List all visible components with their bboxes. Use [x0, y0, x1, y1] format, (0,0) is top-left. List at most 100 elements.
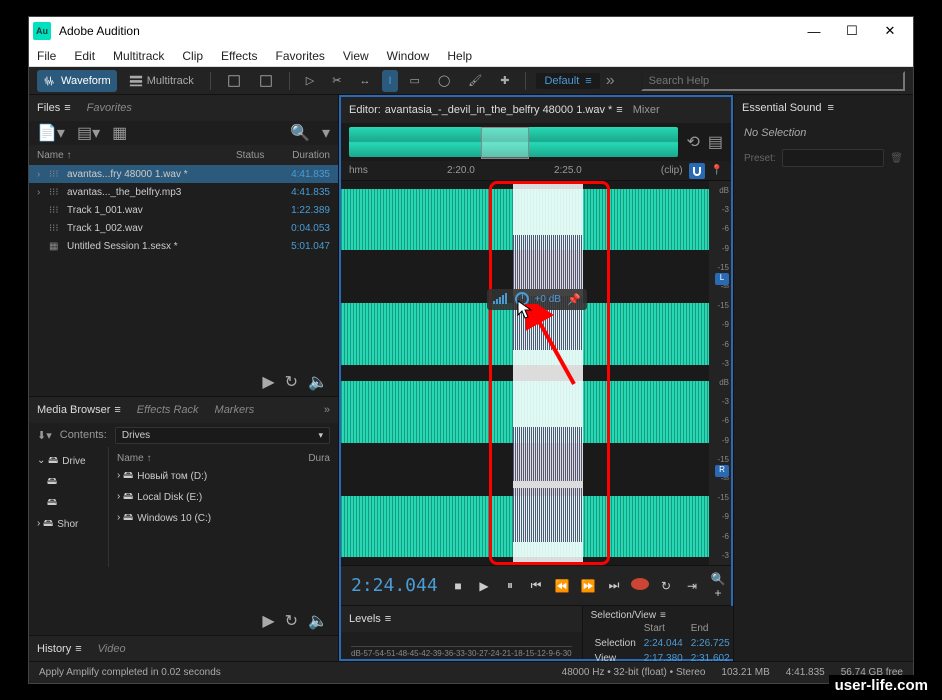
heal-tool-button[interactable]: ✚	[494, 70, 515, 92]
menu-window[interactable]: Window	[383, 47, 434, 65]
drive-item[interactable]: 🖴	[33, 493, 104, 514]
preset-delete-icon[interactable]: 🗑	[890, 153, 903, 164]
folder-item[interactable]: › 🖴 Windows 10 (C:)	[113, 508, 334, 529]
overview-waveform[interactable]	[349, 127, 678, 157]
file-list: ›⁝⁝⁝avantas...fry 48000 1.wav *4:41.835 …	[29, 165, 338, 255]
gain-value: +0 dB	[535, 294, 561, 305]
maximize-button[interactable]: ☐	[833, 17, 871, 45]
menu-icon	[828, 102, 834, 114]
marquee-tool-button[interactable]: ▭	[404, 70, 426, 92]
waveform-label: Waveform	[61, 75, 111, 87]
record-button[interactable]	[631, 578, 649, 593]
pin-icon[interactable]: 📌	[567, 293, 581, 306]
loop-button[interactable]: ↻	[285, 372, 298, 392]
lasso-tool-button[interactable]: ◯	[432, 70, 456, 92]
drive-item[interactable]: 🖴	[33, 472, 104, 493]
tab-favorites[interactable]: Favorites	[87, 102, 132, 114]
preset-dropdown[interactable]	[782, 149, 885, 167]
loop-button[interactable]: ↻	[285, 611, 298, 631]
timecode[interactable]: 2:24.044	[351, 575, 441, 596]
menu-view[interactable]: View	[339, 47, 373, 65]
minimize-button[interactable]: —	[795, 17, 833, 45]
stop-button[interactable]: ■	[449, 579, 467, 593]
file-row[interactable]: ›⁝⁝⁝avantas...fry 48000 1.wav *4:41.835	[29, 165, 338, 183]
waveform-editor[interactable]: +0 dB 📌 dB-3-6-9-15-∞-15-9-6-3 dB-3-6-9-…	[341, 181, 731, 565]
play-button[interactable]: ▶	[262, 611, 274, 631]
razor-tool-button[interactable]: ✂	[326, 70, 347, 92]
view-options-button[interactable]: ▤	[708, 132, 723, 152]
clip-label: (clip)	[661, 165, 683, 176]
go-end-button[interactable]: ⏭	[605, 578, 623, 593]
zoom-button[interactable]: ⟲	[686, 132, 699, 152]
tab-files[interactable]: Files	[37, 102, 71, 114]
tab-editor[interactable]: Editor: avantasia_-_devil_in_the_belfry …	[349, 104, 623, 116]
loop-button[interactable]: ↻	[657, 579, 675, 593]
search-help-input[interactable]	[641, 71, 905, 91]
skip-selection-button[interactable]: ⇥	[683, 579, 701, 593]
tab-markers[interactable]: Markers	[215, 404, 255, 416]
open-file-button[interactable]: 📄▾	[37, 123, 65, 143]
autoplay-button[interactable]: 🔈	[308, 372, 328, 392]
col-duration[interactable]: Duration	[276, 150, 330, 161]
insert-button[interactable]: ▦	[112, 123, 127, 143]
search-files-button[interactable]: 🔍	[290, 123, 310, 143]
move-tool-button[interactable]: ▷	[300, 70, 320, 92]
timeline[interactable]: hms 2:20.0 2:25.0 (clip) 📍	[341, 161, 731, 181]
folder-item[interactable]: › 🖴 Local Disk (E:)	[113, 487, 334, 508]
marker-button[interactable]: 📍	[711, 165, 723, 176]
menu-favorites[interactable]: Favorites	[272, 47, 329, 65]
rewind-button[interactable]: ⏪	[553, 579, 571, 593]
file-row[interactable]: ⁝⁝⁝Track 1_002.wav0:04.053	[29, 219, 338, 237]
contents-dropdown[interactable]: Drives▾	[115, 427, 330, 444]
menu-icon	[64, 102, 70, 114]
status-time: 4:41.835	[786, 667, 825, 678]
tab-history[interactable]: History	[37, 643, 82, 655]
tab-mixer[interactable]: Mixer	[633, 104, 660, 116]
workspace-dropdown[interactable]: Default ≡	[536, 73, 599, 89]
file-row[interactable]: ⁝⁝⁝Track 1_001.wav1:22.389	[29, 201, 338, 219]
play-button[interactable]: ▶	[475, 579, 493, 593]
menu-clip[interactable]: Clip	[178, 47, 207, 65]
menu-edit[interactable]: Edit	[70, 47, 99, 65]
new-file-button[interactable]: ▤▾	[77, 123, 100, 143]
slip-tool-button[interactable]: ↔	[353, 70, 376, 92]
download-icon[interactable]: ⬇▾	[37, 429, 52, 442]
selection-region[interactable]	[513, 181, 583, 565]
workspace-label: Default	[544, 75, 579, 87]
spectral-freq-button[interactable]	[221, 70, 247, 92]
waveform-view-button[interactable]: Waveform	[37, 70, 117, 92]
menu-multitrack[interactable]: Multitrack	[109, 47, 168, 65]
snap-button[interactable]	[689, 163, 705, 179]
tab-levels[interactable]: Levels	[349, 613, 391, 625]
autoplay-button[interactable]: 🔈	[308, 611, 328, 631]
play-button[interactable]: ▶	[262, 372, 274, 392]
gain-hud[interactable]: +0 dB 📌	[487, 289, 587, 310]
brush-tool-button[interactable]: 🖌	[462, 70, 488, 92]
spectral-pitch-button[interactable]	[253, 70, 279, 92]
menu-help[interactable]: Help	[443, 47, 476, 65]
filter-button[interactable]: ▾	[322, 123, 330, 143]
drive-item[interactable]: › 🖴 Shor	[33, 514, 104, 535]
tab-media-browser[interactable]: Media Browser	[37, 404, 121, 416]
overflow-button[interactable]	[324, 404, 330, 416]
folder-item[interactable]: › 🖴 Новый том (D:)	[113, 466, 334, 487]
menu-file[interactable]: File	[33, 47, 60, 65]
forward-button[interactable]: ⏩	[579, 579, 597, 593]
col-name[interactable]: Name ↑	[37, 150, 236, 161]
go-start-button[interactable]: ⏮	[527, 578, 545, 593]
overflow-button[interactable]	[606, 72, 615, 90]
zoom-in-button[interactable]: 🔍+	[709, 572, 727, 600]
tab-video[interactable]: Video	[98, 643, 126, 655]
pause-button[interactable]: ⏸	[501, 578, 519, 593]
multitrack-view-button[interactable]: Multitrack	[123, 70, 200, 92]
file-row[interactable]: ▦Untitled Session 1.sesx *5:01.047	[29, 237, 338, 255]
close-button[interactable]: ✕	[871, 17, 909, 45]
db-scale: dB-3-6-9-15-∞-15-9-6-3 dB-3-6-9-15-∞-15-…	[709, 181, 731, 565]
time-select-tool-button[interactable]: I	[382, 70, 397, 92]
menu-icon	[114, 404, 120, 416]
col-status[interactable]: Status	[236, 150, 276, 161]
menu-effects[interactable]: Effects	[217, 47, 261, 65]
file-row[interactable]: ›⁝⁝⁝avantas..._the_belfry.mp34:41.835	[29, 183, 338, 201]
drive-item[interactable]: ⌄ 🖴 Drive	[33, 451, 104, 472]
tab-effects-rack[interactable]: Effects Rack	[137, 404, 199, 416]
